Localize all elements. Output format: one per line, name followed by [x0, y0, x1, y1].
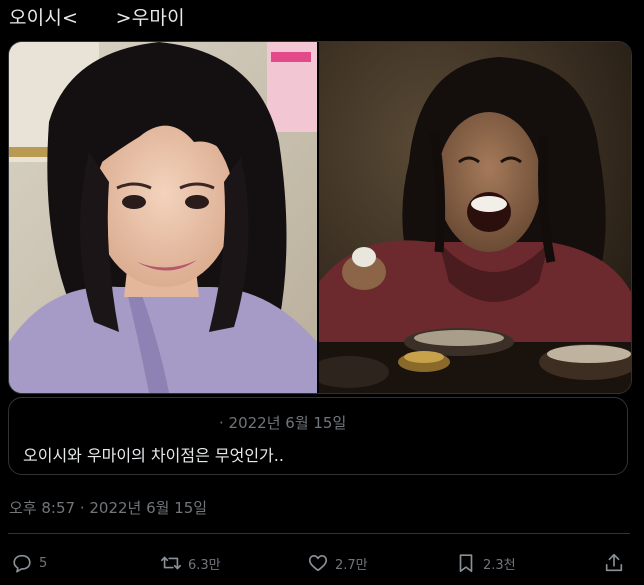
tweet-text: 오이시< >우마이 [9, 7, 185, 29]
quoted-tweet[interactable]: · 2022년 6월 15일 오이시와 우마이의 차이점은 무엇인가.. [8, 397, 628, 475]
quote-text: 오이시와 우마이의 차이점은 무엇인가.. [23, 446, 284, 465]
like-count: 2.7만 [335, 557, 368, 573]
bookmark-icon [459, 554, 473, 573]
media-grid [8, 41, 632, 394]
retweet-icon [161, 556, 181, 570]
divider [8, 533, 630, 534]
media-image-right[interactable] [319, 42, 631, 393]
quote-date: · 2022년 6월 15일 [219, 414, 347, 432]
man-photo [319, 42, 631, 393]
like-button[interactable]: 2.7만 [307, 550, 368, 576]
tweet-timestamp[interactable]: 오후 8:57 · 2022년 6월 15일 [9, 497, 207, 518]
share-icon [605, 553, 623, 572]
share-button[interactable] [603, 550, 625, 576]
reply-count: 5 [39, 555, 48, 571]
bookmark-button[interactable]: 2.3천 [455, 550, 516, 576]
woman-photo [9, 42, 317, 393]
media-image-left[interactable] [9, 42, 317, 393]
reply-button[interactable]: 5 [11, 550, 47, 576]
bookmark-count: 2.3천 [483, 557, 516, 573]
heart-icon [308, 555, 328, 572]
reply-icon [13, 554, 31, 573]
retweet-count: 6.3만 [188, 557, 221, 573]
retweet-button[interactable]: 6.3만 [160, 550, 221, 576]
